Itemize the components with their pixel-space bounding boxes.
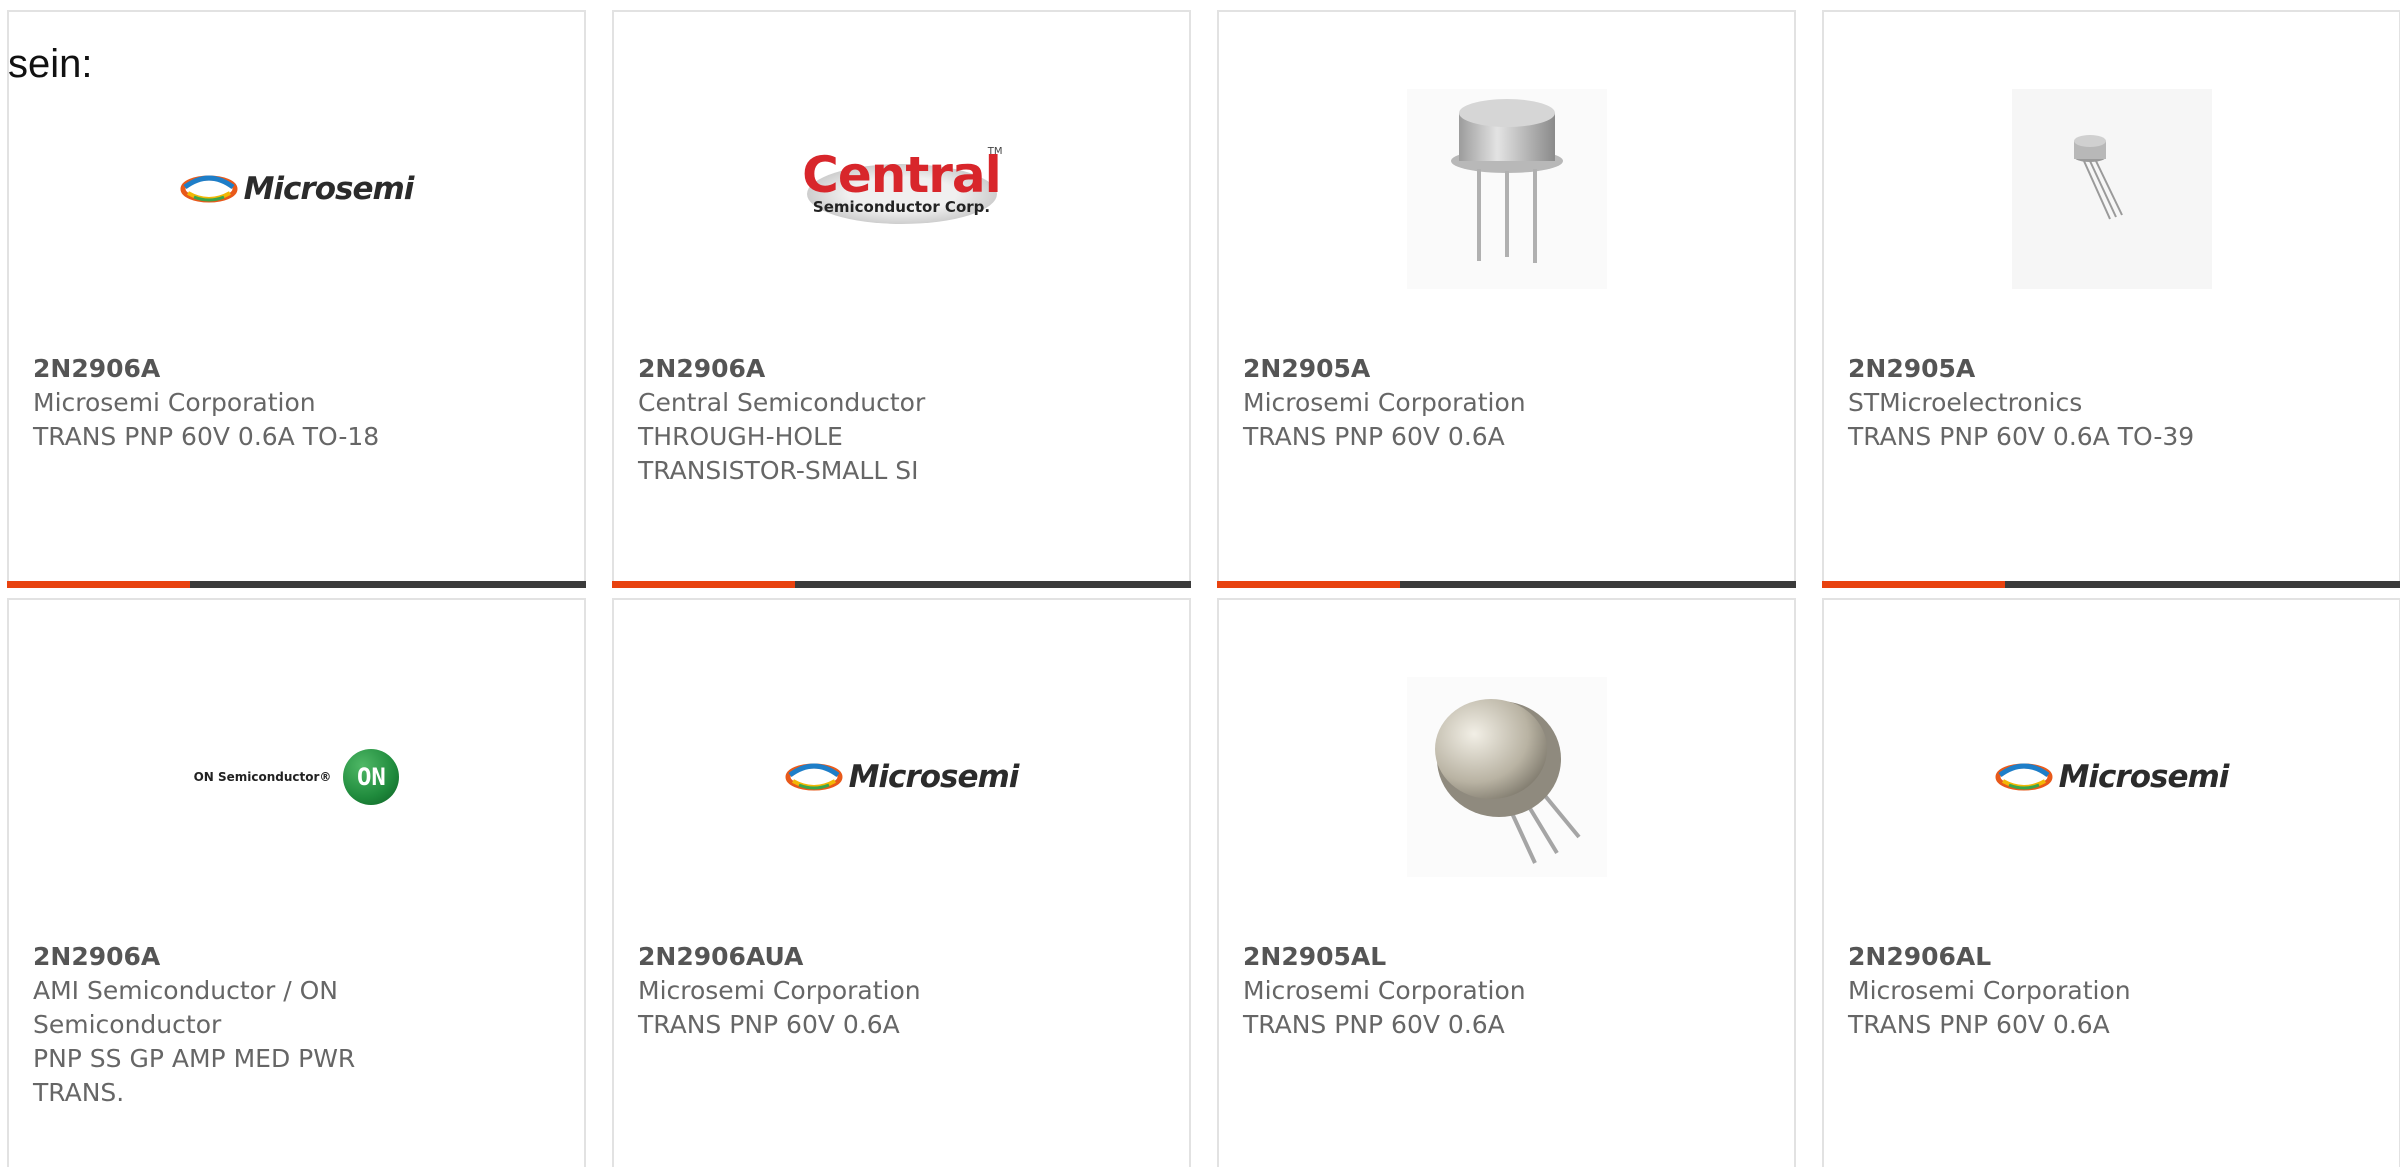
- card-accent-bar: [1217, 581, 1400, 588]
- manufacturer: AMI Semiconductor / ON Semiconductor: [33, 976, 338, 1039]
- metal-can-transistor-photo: [1406, 677, 1607, 877]
- card-footer-bar: [7, 581, 586, 588]
- to39-transistor-photo: [1406, 89, 1607, 289]
- intro-text: sein:: [8, 42, 93, 86]
- manufacturer: STMicroelectronics: [1848, 388, 2083, 417]
- card-footer-bar: [1217, 581, 1796, 588]
- product-card[interactable]: 2N2905A STMicroelectronics TRANS PNP 60V…: [1822, 10, 2400, 588]
- product-image: Microsemi: [9, 84, 584, 294]
- manufacturer: Microsemi Corporation: [33, 388, 316, 417]
- product-image: [1824, 84, 2399, 294]
- microsemi-logo: Microsemi: [785, 759, 1019, 795]
- part-number[interactable]: 2N2906A: [33, 352, 453, 386]
- description: TRANS PNP 60V 0.6A: [1848, 1010, 2110, 1039]
- product-card[interactable]: ON Semiconductor® ON 2N2906A AMI Semicon…: [7, 598, 586, 1167]
- microsemi-wordmark: Microsemi: [243, 171, 415, 207]
- product-info: 2N2905AL Microsemi Corporation TRANS PNP…: [1243, 940, 1663, 1042]
- product-card[interactable]: Microsemi 2N2906AUA Microsemi Corporatio…: [612, 598, 1191, 1167]
- description: TRANS PNP 60V 0.6A: [638, 1010, 900, 1039]
- microsemi-wordmark: Microsemi: [848, 759, 1020, 795]
- card-footer-bar: [1822, 581, 2400, 588]
- on-logo-icon: ON: [343, 749, 400, 805]
- microsemi-swirl-icon: [180, 175, 238, 203]
- microsemi-swirl-icon: [785, 763, 843, 791]
- small-transistor-photo: [2011, 89, 2212, 289]
- trademark-mark: TM: [987, 146, 1003, 157]
- card-accent-bar: [7, 581, 190, 588]
- product-image: Microsemi: [1824, 672, 2399, 882]
- card-accent-bar: [1822, 581, 2005, 588]
- manufacturer: Microsemi Corporation: [1848, 976, 2131, 1005]
- microsemi-swirl-icon: [1995, 763, 2053, 791]
- part-number[interactable]: 2N2905AL: [1243, 940, 1663, 974]
- card-accent-bar: [612, 581, 795, 588]
- part-number[interactable]: 2N2906A: [33, 940, 453, 974]
- manufacturer: Microsemi Corporation: [1243, 976, 1526, 1005]
- product-image: [1219, 84, 1794, 294]
- transistor-icon: [1434, 699, 1581, 864]
- product-card[interactable]: 2N2905AL Microsemi Corporation TRANS PNP…: [1217, 598, 1796, 1167]
- microsemi-logo: Microsemi: [1995, 759, 2229, 795]
- part-number[interactable]: 2N2906AUA: [638, 940, 1058, 974]
- card-footer-bar: [612, 581, 1191, 588]
- central-wordmark: Central: [802, 146, 1002, 204]
- microsemi-logo: Microsemi: [180, 171, 414, 207]
- product-info: 2N2906A Microsemi Corporation TRANS PNP …: [33, 352, 453, 454]
- product-image: [1219, 672, 1794, 882]
- central-semiconductor-logo: Central Semiconductor Corp. TM: [797, 144, 1007, 234]
- product-info: 2N2906AUA Microsemi Corporation TRANS PN…: [638, 940, 1058, 1042]
- transistor-icon: [1450, 99, 1563, 263]
- product-info: 2N2906AL Microsemi Corporation TRANS PNP…: [1848, 940, 2268, 1042]
- part-number[interactable]: 2N2906A: [638, 352, 1058, 386]
- product-image: Central Semiconductor Corp. TM: [614, 84, 1189, 294]
- description: TRANS PNP 60V 0.6A TO-39: [1848, 422, 2195, 451]
- part-number[interactable]: 2N2905A: [1243, 352, 1663, 386]
- product-grid: Microsemi 2N2906A Microsemi Corporation …: [7, 10, 2400, 1167]
- description: TRANS PNP 60V 0.6A: [1243, 422, 1505, 451]
- on-semiconductor-logo: ON Semiconductor® ON: [194, 749, 400, 805]
- description: TRANS PNP 60V 0.6A TO-18: [33, 422, 380, 451]
- product-info: 2N2905A STMicroelectronics TRANS PNP 60V…: [1848, 352, 2268, 454]
- on-semiconductor-wordmark: ON Semiconductor®: [193, 770, 332, 784]
- part-number[interactable]: 2N2905A: [1848, 352, 2268, 386]
- product-image: Microsemi: [614, 672, 1189, 882]
- product-card[interactable]: Microsemi 2N2906AL Microsemi Corporation…: [1822, 598, 2400, 1167]
- part-number[interactable]: 2N2906AL: [1848, 940, 2268, 974]
- product-card[interactable]: Microsemi 2N2906A Microsemi Corporation …: [7, 10, 586, 588]
- product-info: 2N2905A Microsemi Corporation TRANS PNP …: [1243, 352, 1663, 454]
- central-subtitle: Semiconductor Corp.: [812, 198, 991, 216]
- manufacturer: Central Semiconductor: [638, 388, 926, 417]
- manufacturer: Microsemi Corporation: [1243, 388, 1526, 417]
- transistor-icon: [2073, 135, 2123, 220]
- product-info: 2N2906A Central Semiconductor THROUGH-HO…: [638, 352, 1058, 488]
- product-info: 2N2906A AMI Semiconductor / ON Semicondu…: [33, 940, 453, 1110]
- description: PNP SS GP AMP MED PWR TRANS.: [33, 1044, 356, 1107]
- product-image: ON Semiconductor® ON: [9, 672, 584, 882]
- product-results-page: sein: Microsemi 2N2906A Microsemi Corpor…: [0, 0, 2400, 1167]
- microsemi-wordmark: Microsemi: [2058, 759, 2230, 795]
- description: THROUGH-HOLE TRANSISTOR-SMALL SI: [638, 422, 919, 485]
- description: TRANS PNP 60V 0.6A: [1243, 1010, 1505, 1039]
- product-card[interactable]: Central Semiconductor Corp. TM 2N2906A C…: [612, 10, 1191, 588]
- manufacturer: Microsemi Corporation: [638, 976, 921, 1005]
- product-card[interactable]: 2N2905A Microsemi Corporation TRANS PNP …: [1217, 10, 1796, 588]
